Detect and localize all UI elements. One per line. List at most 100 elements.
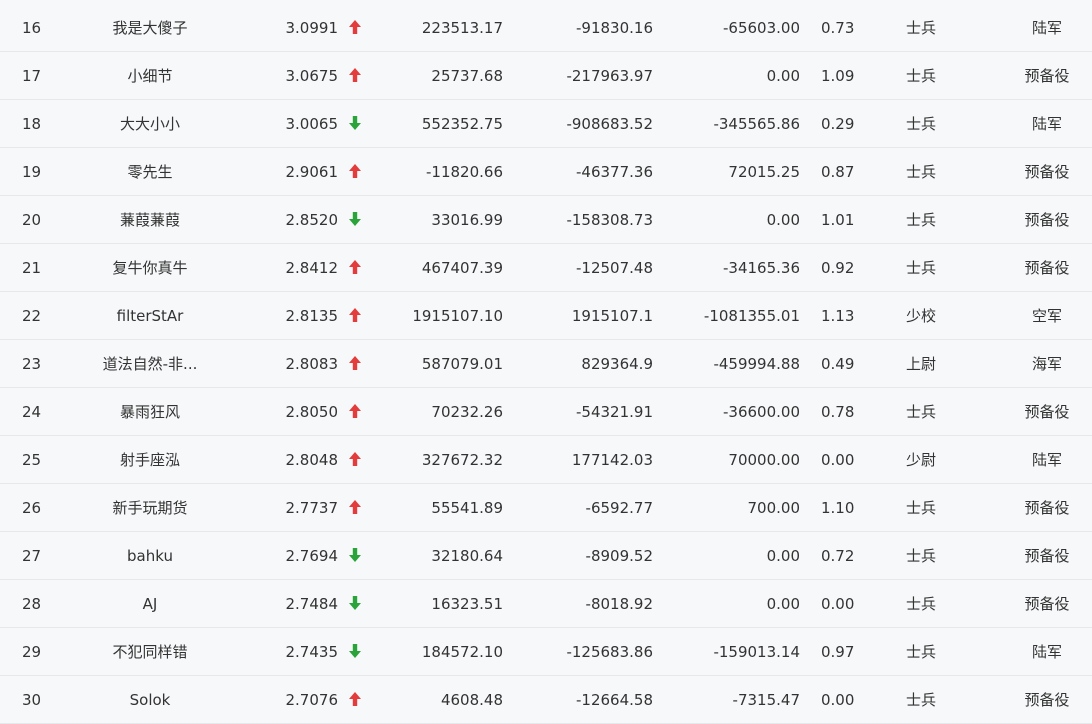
value-1-cell: 33016.99 — [431, 211, 503, 229]
table-row[interactable]: 24 暴雨狂风 2.8050 70232.26 -54321.91 -36600.00 0.… — [0, 388, 1092, 436]
table-row[interactable]: 30 Solok 2.7076 4608.48 -12664.58 -7315.47 0.0… — [0, 676, 1092, 724]
ratio-cell: 0.49 — [821, 355, 855, 373]
value-1-cell: 327672.32 — [421, 451, 503, 469]
value-1-cell: 1915107.10 — [412, 307, 503, 325]
score-cell: 2.7484 — [285, 595, 339, 613]
table-row[interactable]: 16 我是大傻子 3.0991 223513.17 -91830.16 -65603.00… — [0, 4, 1092, 52]
score-cell: 2.8048 — [285, 451, 339, 469]
trend-cell — [346, 52, 364, 100]
military-rank-cell: 士兵 — [906, 115, 937, 133]
score-cell: 2.7076 — [285, 691, 339, 709]
table-row[interactable]: 28 AJ 2.7484 16323.51 -8018.92 0.00 0.00 士兵 预备役 — [0, 580, 1092, 628]
rank-cell: 19 — [22, 163, 42, 181]
value-3-cell: 0.00 — [766, 595, 800, 613]
value-3-cell: 0.00 — [766, 211, 800, 229]
military-rank-cell: 士兵 — [906, 499, 937, 517]
trader-name[interactable]: 道法自然-非... — [70, 340, 230, 388]
rank-cell: 28 — [22, 595, 42, 613]
arrow-down-icon — [349, 115, 361, 130]
ratio-cell: 0.72 — [821, 547, 855, 565]
arrow-down-icon — [349, 211, 361, 226]
value-2-cell: -908683.52 — [566, 115, 653, 133]
rank-cell: 25 — [22, 451, 42, 469]
ratio-cell: 0.92 — [821, 259, 855, 277]
military-rank-cell: 上尉 — [906, 355, 937, 373]
trader-name[interactable]: AJ — [70, 580, 230, 628]
score-cell: 3.0065 — [285, 115, 339, 133]
table-row[interactable]: 20 蒹葭蒹葭 2.8520 33016.99 -158308.73 0.00 1.01 士兵… — [0, 196, 1092, 244]
military-rank-cell: 士兵 — [906, 691, 937, 709]
value-2-cell: 829364.9 — [581, 355, 653, 373]
value-1-cell: 223513.17 — [421, 19, 503, 37]
trend-cell — [346, 100, 364, 148]
value-1-cell: 32180.64 — [431, 547, 503, 565]
trend-cell — [346, 196, 364, 244]
trader-name[interactable]: 大大小小 — [70, 100, 230, 148]
branch-cell: 预备役 — [1024, 403, 1070, 421]
score-cell: 2.8050 — [285, 403, 339, 421]
ratio-cell: 0.00 — [821, 451, 855, 469]
arrow-up-icon — [349, 19, 361, 34]
table-row[interactable]: 18 大大小小 3.0065 552352.75 -908683.52 -345565.8… — [0, 100, 1092, 148]
branch-cell: 预备役 — [1024, 691, 1070, 709]
military-rank-cell: 士兵 — [906, 595, 937, 613]
value-3-cell: -345565.86 — [713, 115, 800, 133]
table-row[interactable]: 25 射手座泓 2.8048 327672.32 177142.03 70000.00 0.… — [0, 436, 1092, 484]
trader-name[interactable]: Solok — [70, 676, 230, 724]
trader-name[interactable]: filterStAr — [70, 292, 230, 340]
trader-name[interactable]: 新手玩期货 — [70, 484, 230, 532]
rank-cell: 20 — [22, 211, 42, 229]
branch-cell: 陆军 — [1031, 115, 1062, 133]
arrow-up-icon — [349, 259, 361, 274]
trader-name[interactable]: 我是大傻子 — [70, 4, 230, 52]
score-cell: 2.8412 — [285, 259, 339, 277]
value-3-cell: -7315.47 — [732, 691, 800, 709]
branch-cell: 预备役 — [1024, 547, 1070, 565]
branch-cell: 陆军 — [1031, 643, 1062, 661]
trader-name[interactable]: 不犯同样错 — [70, 628, 230, 676]
score-cell: 2.8135 — [285, 307, 339, 325]
value-2-cell: -12507.48 — [576, 259, 653, 277]
value-2-cell: 177142.03 — [571, 451, 653, 469]
trader-name[interactable]: 零先生 — [70, 148, 230, 196]
trend-cell — [346, 580, 364, 628]
trend-cell — [346, 436, 364, 484]
trader-name[interactable]: 蒹葭蒹葭 — [70, 196, 230, 244]
branch-cell: 空军 — [1031, 307, 1062, 325]
table-row[interactable]: 19 零先生 2.9061 -11820.66 -46377.36 72015.25 0.8… — [0, 148, 1092, 196]
trader-name[interactable]: bahku — [70, 532, 230, 580]
rank-cell: 27 — [22, 547, 42, 565]
value-2-cell: -158308.73 — [566, 211, 653, 229]
value-2-cell: -91830.16 — [576, 19, 653, 37]
trader-name[interactable]: 复牛你真牛 — [70, 244, 230, 292]
ratio-cell: 1.13 — [821, 307, 855, 325]
rank-cell: 17 — [22, 67, 42, 85]
table-row[interactable]: 23 道法自然-非... 2.8083 587079.01 829364.9 -45999… — [0, 340, 1092, 388]
trader-name[interactable]: 射手座泓 — [70, 436, 230, 484]
value-2-cell: -125683.86 — [566, 643, 653, 661]
trend-cell — [346, 244, 364, 292]
trader-name[interactable]: 暴雨狂风 — [70, 388, 230, 436]
branch-cell: 预备役 — [1024, 211, 1070, 229]
table-row[interactable]: 22 filterStAr 2.8135 1915107.10 1915107.1 -10… — [0, 292, 1092, 340]
branch-cell: 预备役 — [1024, 67, 1070, 85]
arrow-up-icon — [349, 307, 361, 322]
table-row[interactable]: 21 复牛你真牛 2.8412 467407.39 -12507.48 -34165.36… — [0, 244, 1092, 292]
table-row[interactable]: 27 bahku 2.7694 32180.64 -8909.52 0.00 0.72 士兵 预… — [0, 532, 1092, 580]
value-1-cell: 184572.10 — [421, 643, 503, 661]
ratio-cell: 0.87 — [821, 163, 855, 181]
arrow-down-icon — [349, 547, 361, 562]
score-cell: 3.0991 — [285, 19, 339, 37]
arrow-up-icon — [349, 403, 361, 418]
table-row[interactable]: 26 新手玩期货 2.7737 55541.89 -6592.77 700.00 1.10 士… — [0, 484, 1092, 532]
value-3-cell: 0.00 — [766, 67, 800, 85]
trader-name[interactable]: 小细节 — [70, 52, 230, 100]
military-rank-cell: 少校 — [906, 307, 937, 325]
table-row[interactable]: 29 不犯同样错 2.7435 184572.10 -125683.86 -159013.… — [0, 628, 1092, 676]
value-1-cell: 552352.75 — [421, 115, 503, 133]
score-cell: 2.9061 — [285, 163, 339, 181]
arrow-up-icon — [349, 163, 361, 178]
value-3-cell: 700.00 — [747, 499, 801, 517]
table-row[interactable]: 17 小细节 3.0675 25737.68 -217963.97 0.00 1.09 士兵 预… — [0, 52, 1092, 100]
trend-cell — [346, 292, 364, 340]
